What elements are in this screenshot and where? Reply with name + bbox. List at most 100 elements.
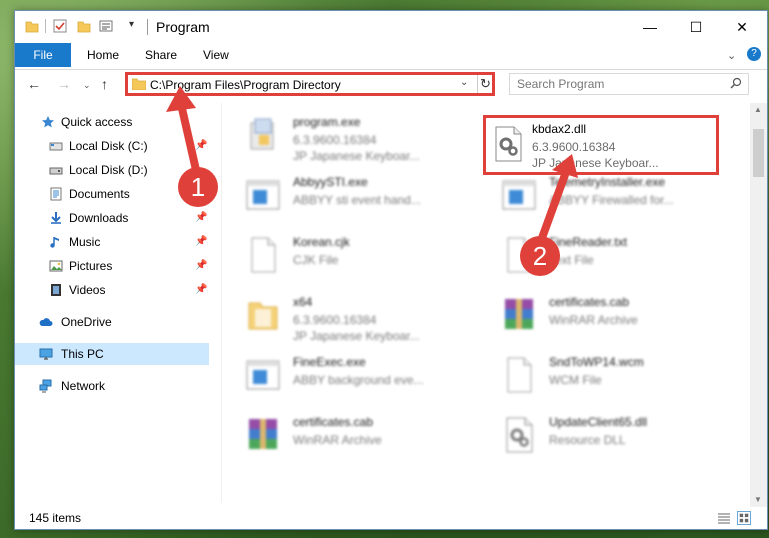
blank-file-icon [507,357,532,393]
folder-icon [248,302,278,330]
new-folder-icon[interactable] [77,19,91,33]
star-icon [42,116,54,128]
drive-icon [49,167,63,175]
help-icon[interactable]: ? [747,47,761,61]
file-tile[interactable]: UpdateClient65.dll Resource DLL [487,407,722,465]
file-tile-kbdax2-dll[interactable]: kbdax2.dll 6.3.9600.16384 JP Japanese Ke… [483,115,719,175]
tab-home[interactable]: Home [73,43,133,67]
vertical-scrollbar[interactable]: ▲ ▼ [750,103,767,509]
file-name: certificates.cab [293,415,374,429]
status-bar: 145 items [15,507,767,529]
sidebar-item-videos[interactable]: Videos 📌 [15,279,209,301]
sidebar-item-label: This PC [61,347,104,361]
file-description: JP Japanese Keyboar... [293,329,420,343]
file-name: FineReader.txt [549,235,628,249]
winrar-icon [505,299,533,329]
properties-check-icon[interactable] [53,19,67,33]
network-icon [39,379,52,393]
sidebar-item-pictures[interactable]: Pictures 📌 [15,255,209,277]
sidebar-item-label: Music [69,235,101,249]
file-tile[interactable]: x64 6.3.9600.16384 JP Japanese Keyboar..… [231,287,466,345]
file-tile[interactable]: certificates.cab WinRAR Archive [231,407,466,465]
close-button[interactable]: ✕ [719,11,765,43]
file-version: 6.3.9600.16384 [293,133,377,147]
back-button[interactable]: ← [27,76,41,92]
window-title: Program [156,19,210,35]
sidebar-item-label: Local Disk (C:) [69,139,148,153]
sidebar-item-music[interactable]: Music 📌 [15,231,209,253]
file-name: AbbyySTI.exe [293,175,368,189]
pin-icon: 📌 [195,260,208,271]
address-divider [477,75,478,93]
pin-icon: 📌 [195,284,208,295]
cloud-icon [39,318,53,326]
file-type: WinRAR Archive [293,433,382,447]
sidebar-item-label: Quick access [61,115,133,129]
file-description: ABBYY Firewalled for... [549,193,674,207]
file-tile[interactable]: certificates.cab WinRAR Archive [487,287,722,345]
file-tile[interactable]: program.exe 6.3.9600.16384 JP Japanese K… [231,107,466,165]
sidebar-item-downloads[interactable]: Downloads 📌 [15,207,209,229]
pictures-icon [49,260,63,272]
scroll-up-icon[interactable]: ▲ [754,105,762,114]
expand-ribbon-icon[interactable]: ⌄ [727,49,736,62]
forward-button[interactable]: → [57,76,71,92]
tab-view[interactable]: View [189,43,243,67]
sidebar-item-network[interactable]: Network [15,375,209,397]
sidebar-item-onedrive[interactable]: OneDrive [15,311,209,333]
folder-icon[interactable] [25,19,39,33]
item-count: 145 items [29,511,82,525]
file-description: ABBYY sti event hand... [293,193,421,207]
quick-access-divider [45,19,46,33]
up-button[interactable]: ↑ [101,76,108,92]
sidebar-item-label: Network [61,379,106,393]
search-input[interactable]: Search Program [509,73,749,95]
search-icon[interactable] [730,77,742,89]
file-name: x64 [293,295,313,309]
file-tile[interactable]: AbbyySTI.exe ABBYY sti event hand... [231,167,466,225]
details-view-icon[interactable] [717,511,731,525]
pin-icon: 📌 [195,236,208,247]
ribbon: File Home Share View ⌄ ? [15,43,767,70]
scroll-down-icon[interactable]: ▼ [754,495,762,504]
tab-file[interactable]: File [15,43,71,67]
properties-icon[interactable] [99,19,113,33]
app-window-icon [502,180,536,210]
file-version: 6.3.9600.16384 [532,140,616,154]
documents-icon [50,187,62,201]
pane-divider [221,103,222,503]
sidebar-item-quick-access[interactable]: Quick access [15,111,209,133]
file-name: certificates.cab [549,295,630,309]
address-dropdown-icon[interactable]: ⌄ [460,77,468,88]
tab-share[interactable]: Share [131,43,191,67]
sidebar-item-local-disk-c[interactable]: Local Disk (C:) 📌 [15,135,209,157]
pc-icon [39,348,53,360]
sidebar-item-label: Local Disk (D:) [69,163,148,177]
file-tile[interactable]: FineExec.exe ABBY background eve... [231,347,466,405]
file-tile[interactable]: Korean.cjk CJK File [231,227,466,285]
file-name: SndToWP14.wcm [549,355,644,369]
sidebar-item-label: Videos [69,283,106,297]
dll-gear-icon [506,417,533,453]
minimize-button[interactable]: — [627,11,673,43]
navigation-bar: ← → ⌄ ↑ C:\Program Files\Program Directo… [15,70,767,100]
refresh-icon[interactable]: ↻ [480,76,491,92]
dll-gear-icon [495,126,522,162]
scroll-thumb[interactable] [753,129,764,177]
file-description: ABBY background eve... [293,373,424,387]
videos-icon [51,284,61,296]
sidebar-item-this-pc[interactable]: This PC [15,343,209,365]
file-name: Korean.cjk [293,235,350,249]
maximize-button[interactable]: ☐ [673,11,719,43]
step-badge-2: 2 [520,236,560,276]
file-tile[interactable]: SndToWP14.wcm WCM File [487,347,722,405]
address-path[interactable]: C:\Program Files\Program Directory [150,78,341,92]
recent-locations-button[interactable]: ⌄ [83,80,91,91]
large-icons-view-icon[interactable] [737,511,751,525]
file-tile[interactable]: TelemetryInstaller.exe ABBYY Firewalled … [487,167,722,225]
file-explorer-window: ▾ Program — ☐ ✕ File Home Share View ⌄ ?… [14,10,768,530]
customize-quick-access-icon[interactable]: ▾ [129,19,134,30]
file-type: WCM File [549,373,602,387]
search-placeholder: Search Program [517,77,605,91]
address-bar[interactable]: C:\Program Files\Program Directory ⌄ ↻ [125,72,495,96]
